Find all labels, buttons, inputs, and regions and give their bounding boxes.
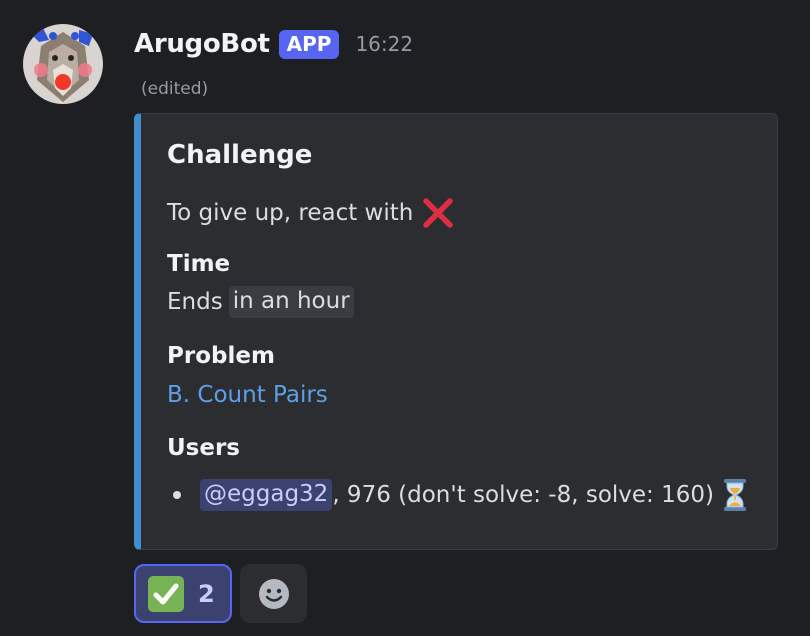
time-prefix: Ends xyxy=(167,289,223,315)
field-time-name: Time xyxy=(167,251,231,277)
list-bullet xyxy=(173,491,181,499)
cross-mark-icon xyxy=(423,198,454,228)
user-stats: , 976 (don't solve: -8, solve: 160) xyxy=(332,482,714,508)
message-header: ArugoBot APP 16:22 xyxy=(134,24,413,64)
field-problem-name: Problem xyxy=(167,343,275,369)
user-mention[interactable]: @eggag32 xyxy=(200,479,333,511)
chat-message: ArugoBot APP 16:22 (edited) Challenge To… xyxy=(0,0,810,636)
field-problem-value: B. Count Pairs xyxy=(167,382,328,408)
wolf-avatar-icon xyxy=(23,24,103,104)
reaction-count: 2 xyxy=(198,579,215,608)
smiley-add-reaction-icon xyxy=(258,578,289,609)
list-item: @eggag32 , 976 (don't solve: -8, solve: … xyxy=(173,478,748,512)
edited-label: (edited) xyxy=(141,79,209,99)
relative-time-chip[interactable]: in an hour xyxy=(228,286,354,318)
message-timestamp[interactable]: 16:22 xyxy=(355,32,413,56)
field-time-value: Ends in an hour xyxy=(167,286,354,318)
problem-link[interactable]: B. Count Pairs xyxy=(167,382,328,408)
embed-description: To give up, react with xyxy=(167,196,455,230)
hourglass-icon xyxy=(723,479,746,511)
avatar[interactable] xyxy=(23,24,103,104)
app-badge: APP xyxy=(278,29,340,59)
check-mark-button-icon xyxy=(148,575,184,612)
reactions-bar: 2 xyxy=(134,564,307,623)
embed-title: Challenge xyxy=(167,140,313,170)
reaction-check[interactable]: 2 xyxy=(134,564,232,623)
field-users-name: Users xyxy=(167,435,240,461)
embed-card: Challenge To give up, react with Time En… xyxy=(134,113,778,550)
author-name[interactable]: ArugoBot xyxy=(134,29,270,59)
add-reaction-button[interactable] xyxy=(240,564,307,623)
embed-description-text: To give up, react with xyxy=(167,200,414,226)
